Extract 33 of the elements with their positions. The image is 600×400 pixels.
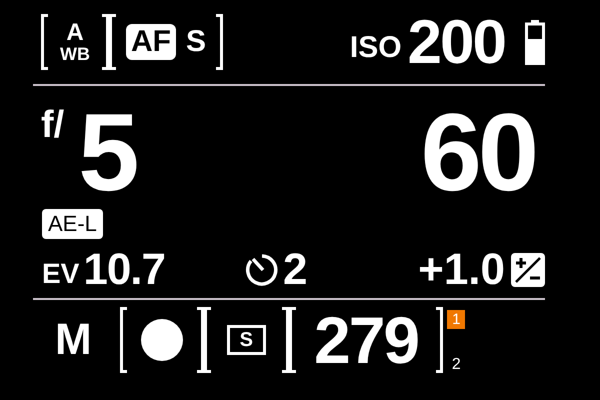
active-card-slot: 1 (447, 310, 466, 329)
battery-icon (525, 19, 545, 65)
card-slot: 2 (452, 356, 461, 374)
self-timer-count: 2 (283, 245, 308, 295)
ae-lock-badge: AE-L (42, 209, 103, 239)
left-bracket (120, 307, 127, 373)
left-bracket (109, 14, 116, 70)
drive-mode: S (226, 325, 266, 355)
right-bracket (102, 14, 109, 70)
right-bracket (216, 14, 224, 70)
iso-label: ISO (350, 31, 402, 65)
left-bracket (289, 307, 296, 373)
wb-mode: A (66, 21, 84, 45)
shots-remaining: 279 (314, 302, 418, 378)
iso-value: 200 (408, 6, 505, 78)
exposure-compensation-icon (511, 253, 545, 287)
left-bracket (41, 14, 48, 70)
wb-label: WB (60, 45, 90, 63)
left-bracket (204, 307, 211, 373)
shutter-speed: 60 (420, 98, 535, 208)
right-bracket (196, 307, 204, 373)
metering-icon (140, 319, 183, 361)
aperture-value: 5 (78, 98, 136, 208)
aperture-prefix: f/ (41, 104, 64, 147)
exposure-compensation: +1.0 (418, 245, 505, 295)
timer-icon (245, 253, 279, 287)
af-badge: AF (126, 24, 176, 60)
right-bracket (282, 307, 289, 373)
ev-value: 10.7 (83, 245, 165, 295)
shooting-mode: M (55, 315, 92, 365)
ev-label: EV (42, 258, 80, 290)
focus-mode: S (186, 25, 206, 59)
right-bracket (436, 307, 444, 373)
